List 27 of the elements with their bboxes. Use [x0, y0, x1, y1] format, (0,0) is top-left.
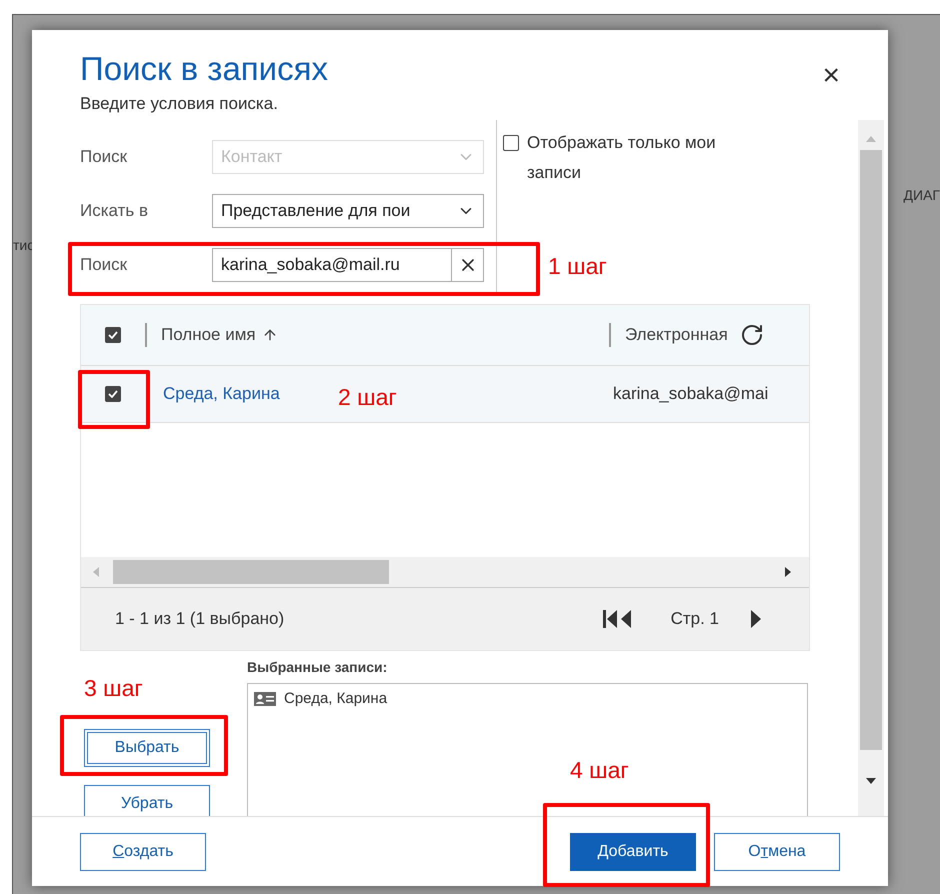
page-number: Стр. 1 — [670, 609, 719, 629]
dialog-subtitle: Введите условия поиска. — [80, 94, 279, 114]
field-label: Искать в — [80, 201, 150, 221]
record-count: 1 - 1 из 1 (1 выбрано) — [115, 609, 284, 629]
footer-button[interactable]: Создать — [80, 832, 206, 870]
side-button[interactable]: Выбрать — [84, 729, 210, 767]
close-button[interactable]: × — [822, 58, 840, 94]
select-field[interactable]: Представление для пои — [212, 194, 484, 228]
checkbox-label: Отображать только мои записи — [527, 132, 717, 184]
search-field[interactable]: karina_sobaka@mail.ru — [212, 248, 484, 282]
step-label: 3 шаг — [84, 675, 143, 702]
add-button[interactable]: Добавить — [570, 832, 696, 870]
record-link[interactable]: Среда, Карина — [163, 384, 280, 404]
selected-record[interactable]: Среда, Карина — [284, 690, 388, 707]
field-label: Поиск — [80, 147, 128, 167]
background-text: ДИАГ — [904, 187, 940, 203]
section-title: Выбранные записи: — [247, 659, 388, 675]
step-label: 1 шаг — [548, 253, 607, 280]
footer-button[interactable]: Отмена — [714, 832, 840, 870]
dialog-title: Поиск в записях — [80, 50, 328, 88]
step-label: 4 шаг — [570, 757, 629, 784]
email-cell: karina_sobaka@mai — [613, 384, 768, 404]
side-button[interactable]: Убрать — [84, 785, 210, 816]
step-label: 2 шаг — [338, 384, 397, 411]
column-header[interactable]: Электронная — [611, 325, 728, 345]
column-header[interactable]: Полное имя — [147, 325, 609, 345]
field-label: Поиск — [80, 255, 128, 275]
